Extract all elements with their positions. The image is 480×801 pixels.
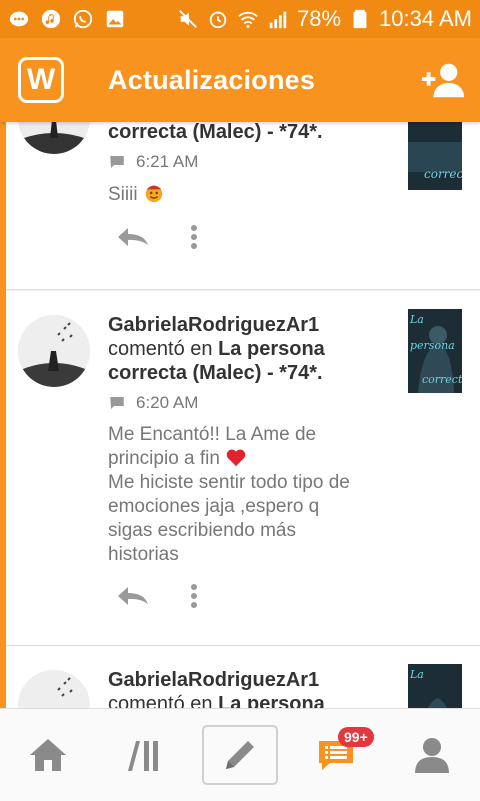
add-user-button[interactable] [420, 60, 466, 100]
mute-icon [177, 8, 199, 30]
timestamp: 6:21 AM [136, 152, 199, 171]
card-actions [114, 224, 198, 255]
comment-meta: 6:20 AM [108, 393, 398, 413]
username[interactable]: GabrielaRodriguezAr1 [108, 668, 398, 692]
updates-feed[interactable]: correcta (Malec) - *74*. 6:21 AM Siiii c… [0, 122, 480, 708]
svg-text:La: La [409, 313, 424, 326]
svg-text:correcta: correcta [422, 373, 462, 386]
card-text: correcta (Malec) - *74*. 6:21 AM Siiii [108, 122, 398, 207]
nav-profile[interactable] [394, 725, 470, 785]
svg-text:correcta: correcta [424, 167, 462, 181]
more-options-icon[interactable] [190, 224, 198, 255]
username[interactable]: GabrielaRodriguezAr1 [108, 313, 398, 337]
notification-icons [8, 8, 126, 30]
avatar[interactable] [18, 315, 90, 387]
story-title[interactable]: La persona [218, 693, 325, 708]
story-title[interactable]: La persona [218, 338, 325, 360]
reply-icon[interactable] [114, 584, 150, 613]
card-text: GabrielaRodriguezAr1 comentó en La perso… [108, 668, 398, 708]
nav-notifications[interactable]: 99+ [298, 725, 374, 785]
avatar[interactable] [18, 670, 90, 708]
card-text: GabrielaRodriguezAr1 comentó en La perso… [108, 313, 398, 567]
story-cover[interactable]: correcta [408, 122, 462, 190]
activity-verb: comentó en [108, 338, 213, 360]
unread-indicator [0, 122, 6, 708]
nav-write[interactable] [202, 725, 278, 785]
feed-card[interactable]: GabrielaRodriguezAr1 comentó en La perso… [6, 291, 480, 646]
home-icon [30, 739, 66, 771]
music-icon [40, 8, 62, 30]
feed-card[interactable]: GabrielaRodriguezAr1 comentó en La perso… [6, 646, 480, 708]
logo-letter: W [26, 63, 56, 96]
add-user-icon [421, 63, 465, 98]
heart-emoji-icon [226, 449, 246, 467]
messages-icon [8, 8, 30, 30]
more-options-icon[interactable] [190, 583, 198, 614]
profile-icon [415, 738, 449, 773]
comment-text: Siiii [108, 182, 398, 207]
bottom-nav: 99+ [0, 708, 480, 801]
nav-library[interactable] [106, 725, 182, 785]
page-title: Actualizaciones [108, 64, 316, 95]
svg-text:La: La [409, 668, 424, 681]
reply-icon[interactable] [114, 225, 150, 254]
wifi-icon [237, 8, 259, 30]
whatsapp-icon [72, 8, 94, 30]
story-title[interactable]: correcta (Malec) - *74*. [108, 122, 323, 143]
activity-verb: comentó en [108, 693, 213, 708]
comment-meta: 6:21 AM [108, 152, 398, 172]
wattpad-logo[interactable]: W [18, 57, 64, 103]
signal-icon [267, 8, 289, 30]
avatar[interactable] [18, 122, 90, 154]
pencil-icon [226, 741, 254, 769]
comment-icon [110, 397, 124, 409]
battery-icon [349, 8, 371, 30]
app-bar: W Actualizaciones [0, 38, 480, 122]
system-icons: 78% 10:34 AM [177, 6, 472, 32]
activity-line: comentó en La persona [108, 337, 398, 361]
library-icon [128, 741, 158, 771]
notification-badge: 99+ [338, 727, 374, 747]
comment-text: Me Encantó!! La Ame de principio a fin M… [108, 424, 350, 565]
comment-icon [110, 156, 124, 168]
battery-percent: 78% [297, 6, 342, 31]
timestamp: 6:20 AM [136, 393, 199, 412]
card-actions [114, 583, 198, 614]
alarm-icon [207, 8, 229, 30]
story-cover[interactable]: La [408, 664, 462, 708]
feed-card[interactable]: correcta (Malec) - *74*. 6:21 AM Siiii c… [6, 122, 480, 290]
clock: 10:34 AM [379, 6, 472, 31]
activity-line: comentó en La persona [108, 692, 398, 708]
svg-text:persona: persona [410, 339, 455, 352]
nav-home[interactable] [10, 725, 86, 785]
story-title-continued[interactable]: correcta (Malec) - *74*. [108, 362, 323, 384]
status-bar: 78% 10:34 AM [0, 0, 480, 38]
story-cover[interactable]: La persona correcta [408, 309, 462, 393]
image-icon [104, 8, 126, 30]
emoji-face-icon [145, 185, 163, 203]
